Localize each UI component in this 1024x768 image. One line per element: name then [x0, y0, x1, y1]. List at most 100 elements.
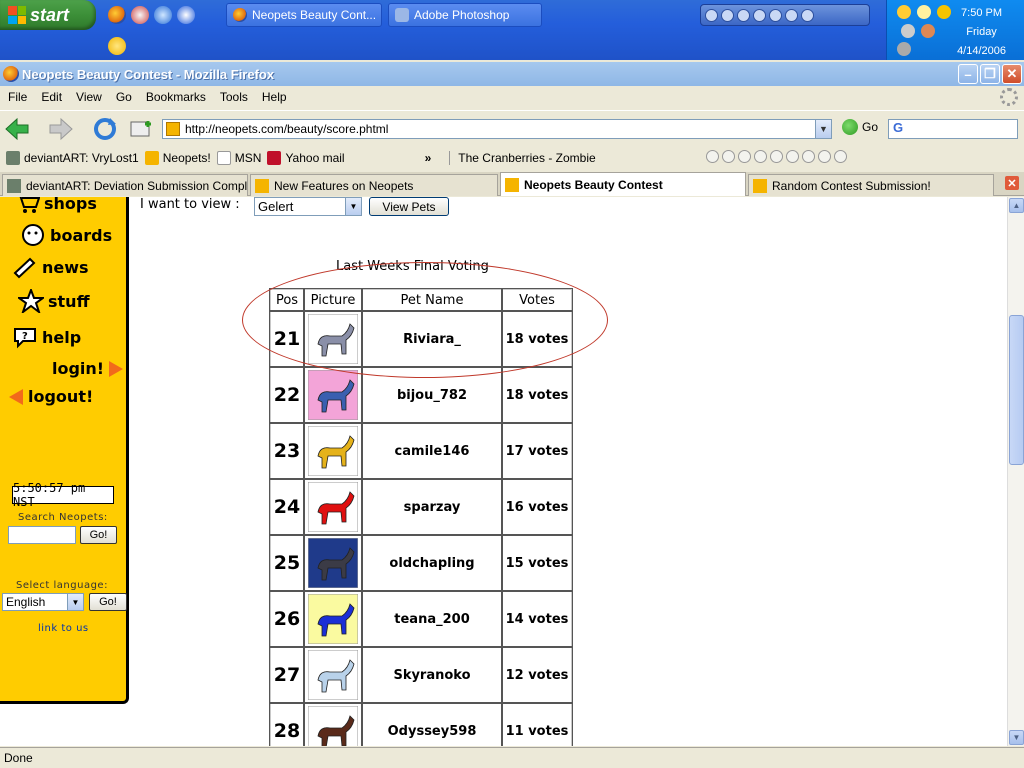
taskbar-item-photoshop[interactable]: Adobe Photoshop — [388, 3, 542, 27]
forward-icon[interactable] — [48, 116, 74, 142]
sidebar-link-label: logout! — [28, 387, 94, 406]
view-pets-button[interactable]: View Pets — [369, 197, 449, 216]
pet-position: 27 — [269, 646, 305, 704]
pause-icon[interactable] — [737, 8, 750, 22]
photoshop-icon — [395, 8, 409, 22]
media-quicklaunch-icon[interactable] — [177, 6, 195, 24]
next-icon[interactable] — [785, 8, 798, 22]
search-go-button[interactable]: Go! — [80, 526, 117, 544]
volume-icon[interactable] — [801, 8, 814, 22]
start-button[interactable]: start — [0, 0, 96, 30]
firefox-quicklaunch-icon[interactable] — [108, 6, 126, 24]
down-icon[interactable] — [834, 150, 847, 163]
language-select[interactable]: English ▼ — [2, 593, 84, 611]
repeat-icon[interactable] — [802, 150, 815, 163]
minimize-button[interactable]: – — [958, 64, 978, 84]
pet-image[interactable] — [308, 706, 358, 746]
pause-icon[interactable] — [738, 150, 751, 163]
sidebar-item-help[interactable]: ? help — [12, 325, 81, 349]
sidebar-item-stuff[interactable]: stuff — [18, 289, 90, 313]
sidebar-item-shops[interactable]: shops — [14, 197, 97, 215]
tray-msn-icon[interactable] — [937, 5, 951, 19]
maximize-button[interactable]: ❐ — [980, 64, 1000, 84]
pet-picture — [303, 646, 363, 704]
language-go-button[interactable]: Go! — [89, 593, 127, 611]
close-tab-icon[interactable]: ✕ — [1005, 176, 1019, 190]
menu-bar: File Edit View Go Bookmarks Tools Help — [0, 86, 1024, 108]
tab-random-contest[interactable]: Random Contest Submission! — [748, 174, 994, 196]
bookmarks-overflow-chevron[interactable]: » — [425, 151, 432, 165]
menu-edit[interactable]: Edit — [41, 90, 62, 104]
vertical-scrollbar[interactable]: ▲ ▼ — [1007, 197, 1024, 746]
sidebar-item-logout[interactable]: logout! — [8, 387, 93, 406]
smiley-quicklaunch-icon[interactable] — [108, 37, 126, 55]
bookmark-neopets[interactable]: Neopets! — [144, 151, 211, 165]
shuffle-icon[interactable] — [786, 150, 799, 163]
sidebar-item-news[interactable]: news — [12, 255, 89, 279]
tab-bar: deviantART: Deviation Submission Complet… — [0, 172, 1024, 196]
pet-votes: 18 votes — [501, 366, 573, 424]
menu-view[interactable]: View — [76, 90, 102, 104]
new-tab-icon[interactable] — [128, 116, 154, 142]
tray-app-icon[interactable] — [897, 5, 911, 19]
pet-image[interactable] — [308, 426, 358, 476]
tab-beauty-contest[interactable]: Neopets Beauty Contest — [500, 172, 746, 196]
search-box[interactable]: G — [888, 119, 1018, 139]
up-icon[interactable] — [818, 150, 831, 163]
tray-smiley-icon[interactable] — [917, 5, 931, 19]
neopets-icon — [505, 177, 519, 192]
link-to-us-link[interactable]: link to us — [38, 623, 89, 634]
stop-icon[interactable] — [753, 8, 766, 22]
close-button[interactable]: ✕ — [1002, 64, 1022, 84]
neopets-search-input[interactable] — [8, 526, 76, 544]
taskbar-item-firefox[interactable]: Neopets Beauty Cont... — [226, 3, 382, 27]
table-row: 28 Odyssey598 11 votes — [269, 702, 573, 746]
go-button[interactable]: Go — [842, 119, 878, 135]
sidebar-item-login[interactable]: login! — [52, 359, 124, 378]
media-player-toolbar[interactable] — [700, 4, 870, 26]
tray-shield-icon[interactable] — [921, 24, 935, 38]
taskbar-clock[interactable]: 7:50 PM Friday 4/14/2006 — [957, 4, 1006, 61]
pet-species-select[interactable]: Gelert ▼ — [254, 197, 362, 216]
bookmark-deviantart[interactable]: deviantART: VryLost1 — [6, 151, 139, 165]
scroll-up-icon[interactable]: ▲ — [1009, 198, 1024, 213]
pet-image[interactable] — [308, 370, 358, 420]
pet-picture — [303, 590, 363, 648]
pet-image[interactable] — [308, 650, 358, 700]
url-dropdown-icon[interactable]: ▼ — [815, 120, 831, 138]
stop-icon[interactable] — [754, 150, 767, 163]
menu-help[interactable]: Help — [262, 90, 287, 104]
reload-icon[interactable] — [92, 116, 118, 142]
pet-image[interactable] — [308, 314, 358, 364]
tab-new-features[interactable]: New Features on Neopets — [250, 174, 498, 196]
go-arrow-icon — [842, 119, 858, 135]
tray-speaker-icon[interactable] — [897, 42, 911, 56]
star-icon — [18, 289, 44, 313]
menu-file[interactable]: File — [8, 90, 27, 104]
prev-track-icon[interactable] — [706, 150, 719, 163]
pet-image[interactable] — [308, 538, 358, 588]
previous-icon[interactable] — [769, 8, 782, 22]
menu-go[interactable]: Go — [116, 90, 132, 104]
back-icon[interactable] — [4, 116, 30, 142]
window-controls: – ❐ ✕ — [958, 64, 1022, 84]
play-icon[interactable] — [722, 150, 735, 163]
pet-name: teana_200 — [361, 590, 503, 648]
next-track-icon[interactable] — [770, 150, 783, 163]
scroll-down-icon[interactable]: ▼ — [1009, 730, 1024, 745]
menu-bookmarks[interactable]: Bookmarks — [146, 90, 206, 104]
play-pause-icon[interactable] — [721, 8, 734, 22]
bookmark-yahoo[interactable]: Yahoo mail — [267, 151, 345, 165]
tab-deviantart[interactable]: deviantART: Deviation Submission Complet… — [2, 174, 248, 196]
sidebar-item-boards[interactable]: boards — [20, 223, 112, 247]
bookmark-msn[interactable]: MSN — [216, 151, 261, 165]
url-bar[interactable]: http://neopets.com/beauty/score.phtml ▼ — [162, 119, 832, 139]
scroll-thumb[interactable] — [1009, 315, 1024, 465]
pet-votes: 16 votes — [501, 478, 573, 536]
menu-tools[interactable]: Tools — [220, 90, 248, 104]
ie-quicklaunch-icon[interactable] — [154, 6, 172, 24]
messenger-quicklaunch-icon[interactable] — [131, 6, 149, 24]
pet-image[interactable] — [308, 594, 358, 644]
pet-image[interactable] — [308, 482, 358, 532]
tray-network-icon[interactable] — [901, 24, 915, 38]
